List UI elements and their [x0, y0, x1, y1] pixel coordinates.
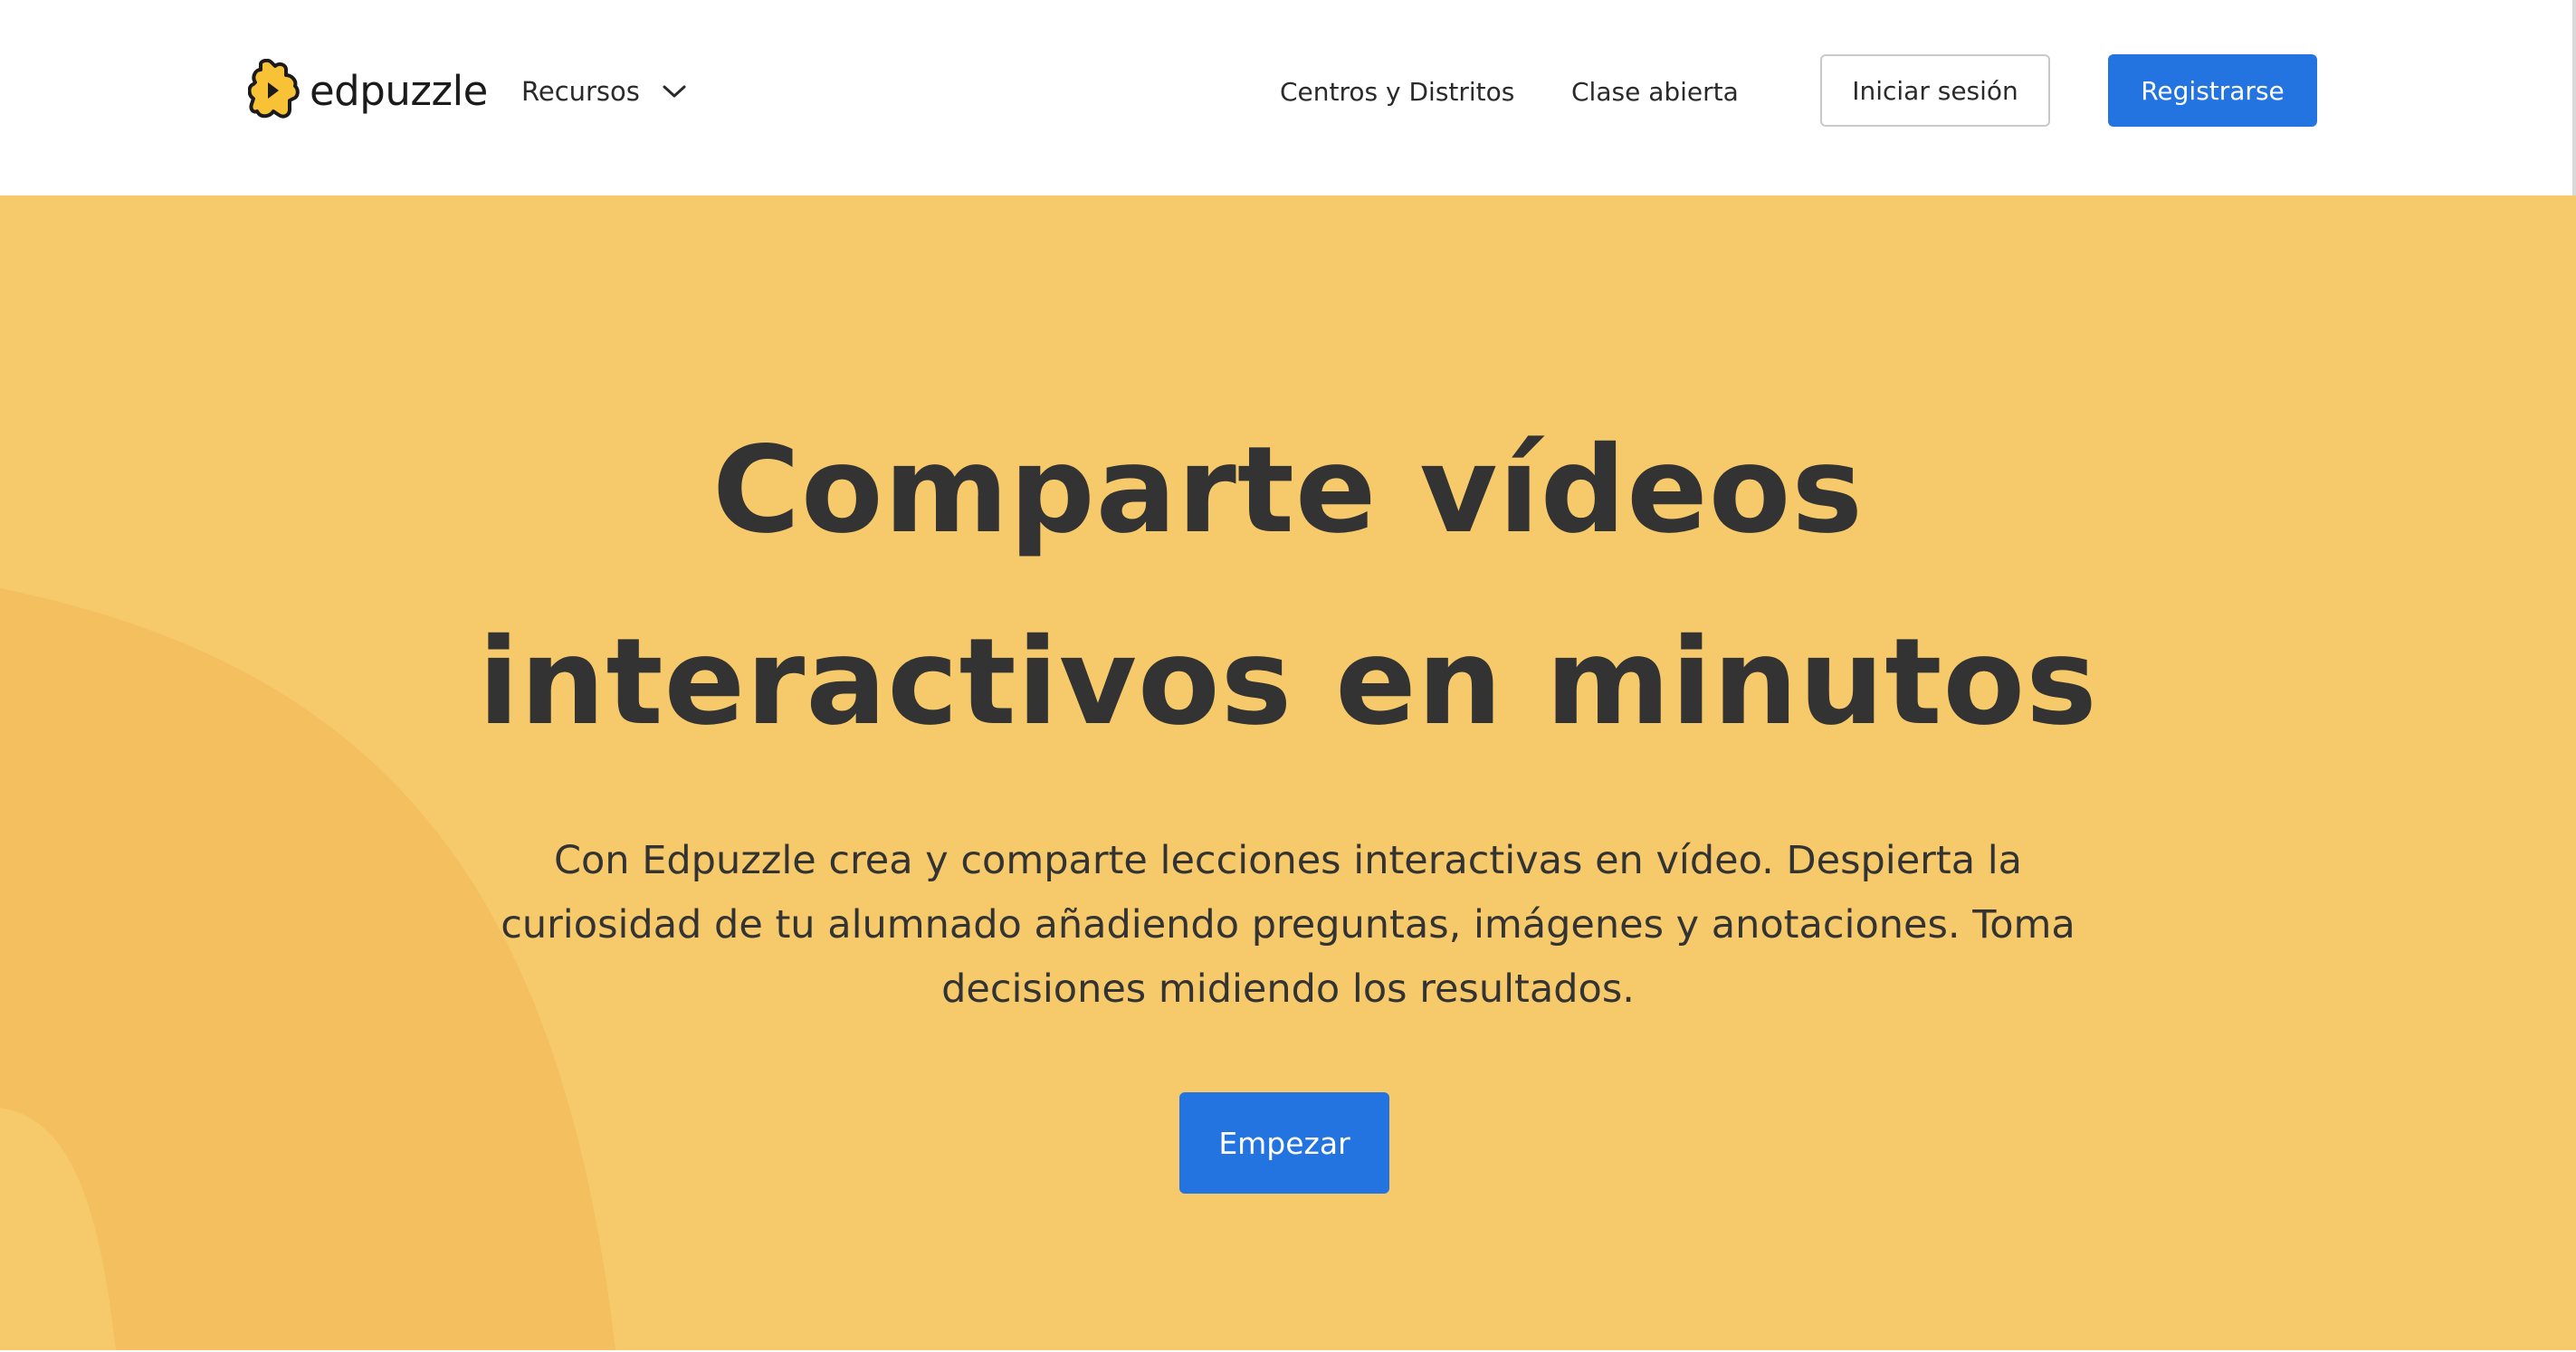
scrollbar-edge: [2572, 0, 2576, 195]
chevron-down-icon: [663, 85, 686, 98]
login-button[interactable]: Iniciar sesión: [1820, 54, 2050, 127]
start-button[interactable]: Empezar: [1179, 1092, 1389, 1194]
edpuzzle-puzzle-logo-icon: [248, 59, 300, 119]
nav-link-centros-y-distritos[interactable]: Centros y Distritos: [1280, 65, 1514, 118]
edpuzzle-logo-link[interactable]: edpuzzle: [248, 58, 488, 123]
nav-link-clase-abierta[interactable]: Clase abierta: [1571, 65, 1739, 118]
logo-text: edpuzzle: [310, 66, 488, 115]
hero-title-line-1: Comparte vídeos: [712, 421, 1864, 560]
hero-title-line-2: interactivos en minutos: [478, 613, 2098, 752]
resources-dropdown[interactable]: Recursos: [521, 65, 687, 118]
hero-section: Comparte vídeos interactivos en minutos …: [0, 195, 2576, 1350]
hero-title: Comparte vídeos interactivos en minutos: [0, 395, 2576, 778]
site-header: edpuzzle Recursos Centros y Distritos Cl…: [0, 0, 2576, 195]
hero-description: Con Edpuzzle crea y comparte lecciones i…: [501, 838, 2075, 1012]
register-button[interactable]: Registrarse: [2108, 54, 2317, 127]
resources-label: Recursos: [521, 76, 640, 107]
page: edpuzzle Recursos Centros y Distritos Cl…: [0, 0, 2576, 1352]
